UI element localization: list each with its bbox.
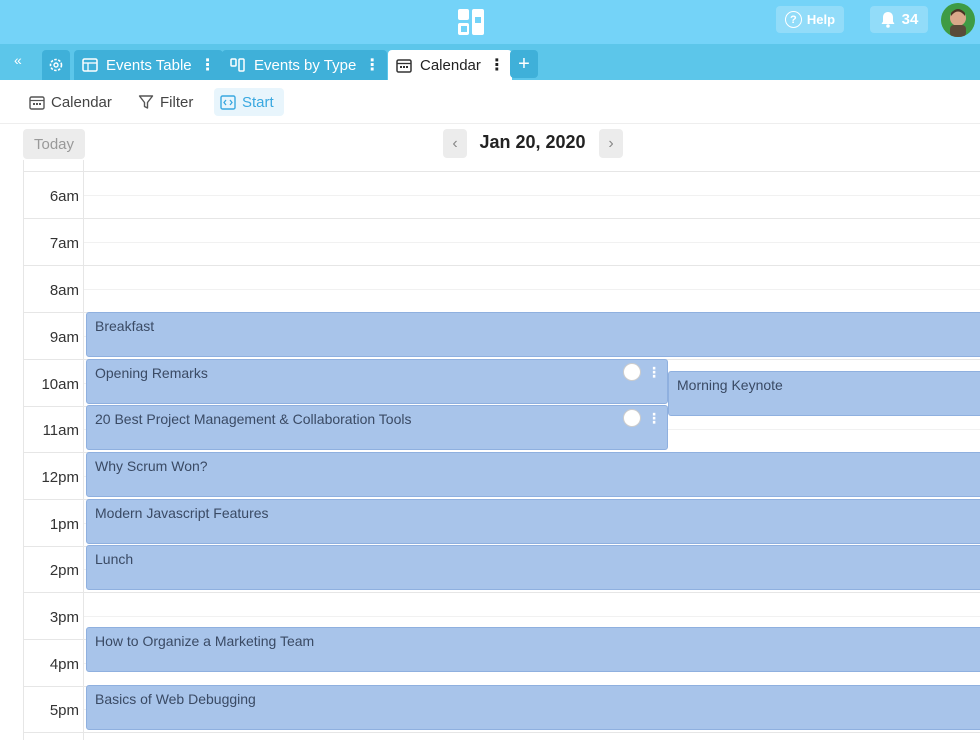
help-button[interactable]: ? Help: [776, 6, 844, 33]
event-block[interactable]: Modern Javascript Features: [86, 499, 980, 544]
hour-label: 3pm: [49, 609, 79, 626]
hour-label: 1pm: [49, 516, 79, 533]
event-title: Modern Javascript Features: [95, 505, 269, 521]
settings-tab[interactable]: [42, 50, 70, 80]
hour-label: 9am: [49, 329, 79, 346]
filter-button-label: Filter: [160, 93, 194, 111]
hour-row[interactable]: 6am: [24, 172, 980, 219]
calendar-button-label: Calendar: [51, 93, 112, 111]
tab-calendar[interactable]: Calendar ⋮: [388, 50, 512, 80]
tab-label: Events Table: [106, 56, 192, 74]
kanban-icon: [230, 58, 245, 72]
current-date: Jan 20, 2020: [479, 132, 586, 152]
hour-row[interactable]: 7am: [24, 219, 980, 266]
hour-row[interactable]: 8am: [24, 266, 980, 313]
user-photo-icon: [941, 3, 975, 37]
event-block[interactable]: 20 Best Project Management & Collaborati…: [86, 405, 668, 450]
add-view-button[interactable]: +: [510, 50, 538, 78]
table-icon: [82, 58, 98, 72]
event-block[interactable]: Lunch: [86, 545, 980, 590]
event-block[interactable]: Why Scrum Won?: [86, 452, 980, 497]
user-avatar[interactable]: [941, 3, 975, 37]
hour-label: 7am: [49, 235, 79, 252]
question-icon: ?: [784, 11, 802, 28]
calendar-icon: [396, 58, 412, 73]
hour-label: 11am: [42, 422, 79, 439]
tab-events-by-type[interactable]: Events by Type ⋮: [222, 50, 388, 80]
today-button[interactable]: Today: [23, 129, 85, 159]
chevron-left-icon: ‹: [452, 134, 458, 152]
filter-icon: [138, 95, 154, 109]
event-title: Morning Keynote: [677, 377, 783, 393]
hour-label: 2pm: [49, 562, 79, 579]
start-field-button[interactable]: Start: [214, 88, 284, 116]
next-day-button[interactable]: ›: [599, 129, 623, 158]
hour-label: 10am: [41, 376, 79, 393]
tab-label: Calendar: [420, 56, 481, 74]
bell-icon: [881, 12, 895, 28]
event-title: Breakfast: [95, 318, 155, 334]
event-title: Opening Remarks: [95, 365, 208, 381]
hour-label: 8am: [49, 282, 79, 299]
tab-events-table[interactable]: Events Table ⋮: [74, 50, 223, 80]
tab-menu-icon[interactable]: ⋮: [200, 55, 216, 75]
notification-count: 34: [901, 11, 919, 28]
hour-label: 4pm: [49, 656, 79, 673]
gear-icon: [49, 58, 63, 72]
event-menu-icon[interactable]: ⋮: [647, 364, 661, 381]
event-menu-icon[interactable]: ⋮: [647, 410, 661, 427]
hour-label: 6am: [49, 188, 79, 205]
event-actions: ⋮: [623, 363, 661, 381]
day-grid: 6am 7am 8am 9am 10am 11am 12pm 1pm 2pm 3…: [23, 160, 980, 740]
event-block[interactable]: Opening Remarks ⋮: [86, 359, 668, 404]
start-button-label: Start: [242, 93, 274, 111]
event-block[interactable]: Basics of Web Debugging: [86, 685, 980, 730]
event-actions: ⋮: [623, 409, 661, 427]
filter-button[interactable]: Filter: [132, 88, 199, 116]
event-block[interactable]: How to Organize a Marketing Team: [86, 627, 980, 672]
attendee-avatar-icon[interactable]: [623, 363, 641, 381]
hour-label: 12pm: [41, 469, 79, 486]
previous-day-button[interactable]: ‹: [443, 129, 467, 158]
notifications-button[interactable]: 34: [870, 6, 928, 33]
view-tab-bar: « Events Table ⋮ Events by Type ⋮ Calend…: [0, 44, 980, 80]
tab-menu-icon[interactable]: ⋮: [364, 55, 380, 75]
collapse-sidebar-icon[interactable]: «: [14, 52, 22, 68]
event-title: Lunch: [95, 551, 134, 567]
tab-label: Events by Type: [254, 56, 357, 74]
calendar-settings-button[interactable]: Calendar: [23, 88, 118, 116]
tab-menu-icon[interactable]: ⋮: [489, 55, 505, 75]
plus-icon: +: [518, 52, 530, 75]
event-title: Basics of Web Debugging: [95, 691, 256, 707]
time-gutter-divider: [83, 160, 84, 740]
view-toolbar: Calendar Filter Start: [0, 80, 980, 124]
event-block[interactable]: Morning Keynote: [668, 371, 980, 416]
app-logo-icon[interactable]: [457, 8, 485, 36]
code-icon: [220, 94, 236, 110]
event-title: How to Organize a Marketing Team: [95, 633, 315, 649]
event-block[interactable]: Breakfast: [86, 312, 980, 357]
event-title: Why Scrum Won?: [95, 458, 208, 474]
chevron-right-icon: ›: [608, 134, 614, 152]
hour-row-top: [24, 160, 980, 172]
top-bar: ? Help 34: [0, 0, 980, 44]
attendee-avatar-icon[interactable]: [623, 409, 641, 427]
event-title: 20 Best Project Management & Collaborati…: [95, 411, 412, 427]
calendar-icon: [29, 95, 45, 110]
help-label: Help: [806, 12, 836, 27]
hour-label: 5pm: [49, 702, 79, 719]
